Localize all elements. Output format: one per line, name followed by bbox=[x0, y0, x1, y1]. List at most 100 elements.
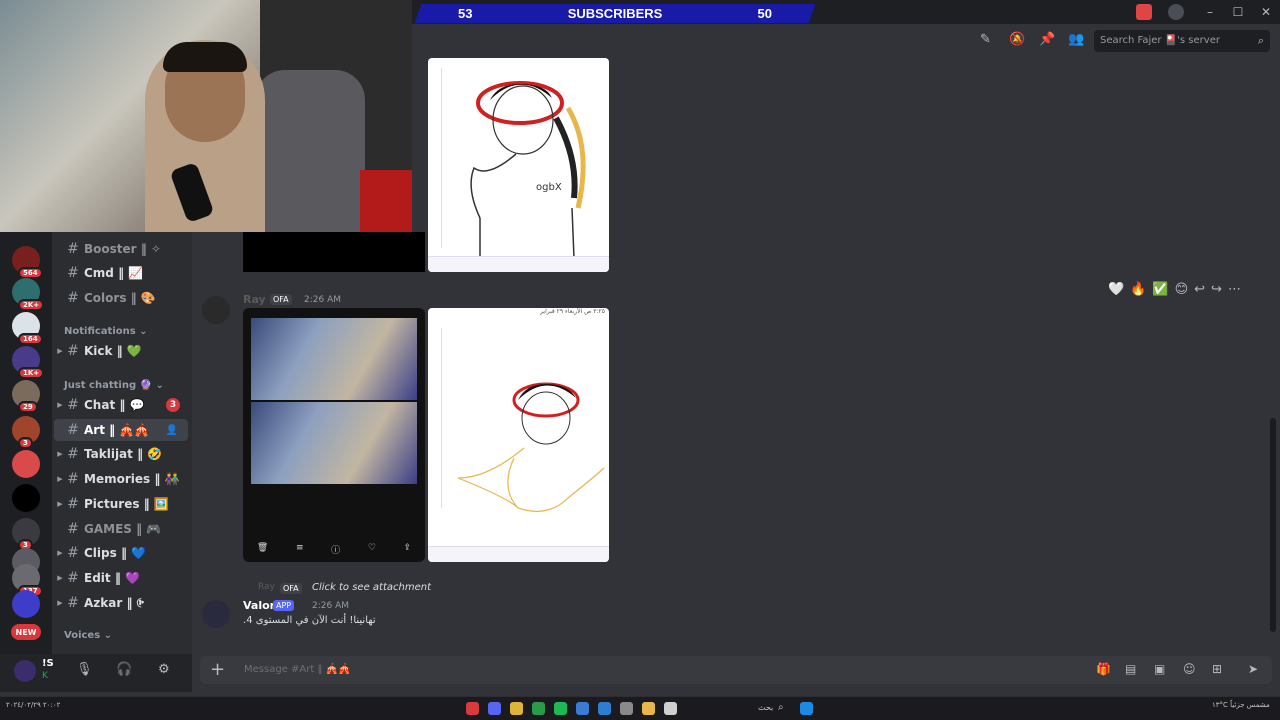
channel-chat[interactable]: ▶ # Chat ‖ 💬 3 bbox=[54, 394, 188, 416]
reply-author[interactable]: Ray bbox=[258, 582, 275, 592]
channel-taklijat[interactable]: ▶ # Taklijat ‖ 🤣 bbox=[54, 443, 188, 465]
server-icon-5[interactable]: 29 bbox=[12, 380, 40, 413]
server-icon-8[interactable] bbox=[12, 484, 40, 512]
headphones-icon[interactable]: 🎧 bbox=[116, 662, 132, 677]
message-timestamp: 2:26 AM bbox=[304, 295, 341, 305]
channel-cmd[interactable]: # Cmd ‖ 📈 bbox=[54, 262, 188, 284]
reply-tag: OFA bbox=[280, 583, 302, 594]
spotify-icon[interactable] bbox=[554, 702, 567, 715]
search-icon[interactable]: ⌕ bbox=[778, 702, 791, 715]
server-icon-7[interactable] bbox=[12, 450, 40, 478]
server-icon-4[interactable]: 1K+ bbox=[12, 346, 45, 379]
taskbar-search[interactable]: بحث bbox=[758, 703, 773, 712]
avatar[interactable] bbox=[202, 600, 230, 628]
edge-icon[interactable] bbox=[598, 702, 611, 715]
avatar[interactable] bbox=[202, 296, 230, 324]
message-author[interactable]: Ray bbox=[243, 293, 266, 306]
mention-badge: 3 bbox=[166, 398, 180, 412]
channel-kick[interactable]: ▶ # Kick ‖ 💚 bbox=[54, 340, 188, 362]
settings-icon[interactable]: ⚙ bbox=[158, 662, 170, 677]
message-author[interactable]: Valor bbox=[243, 599, 275, 612]
new-unreads-pill[interactable]: NEW bbox=[11, 624, 41, 640]
attachment-drawing-2[interactable]: ٣:٢٥ ص الأربعاء ٢٩ فبراير bbox=[428, 308, 609, 562]
video-bottom bbox=[243, 232, 425, 272]
channel-pictures[interactable]: ▶ # Pictures ‖ 🖼️ bbox=[54, 493, 188, 515]
server-tag: OFA bbox=[270, 294, 292, 305]
threads-icon[interactable]: ✎ bbox=[980, 32, 991, 47]
microphone-icon[interactable]: 🎙 bbox=[76, 662, 93, 677]
app-icon[interactable] bbox=[664, 702, 677, 715]
face-sketch-2 bbox=[457, 382, 605, 512]
channel-memories[interactable]: ▶ # Memories ‖ 👫 bbox=[54, 468, 188, 490]
channel-colors[interactable]: # Colors ‖ 🎨 bbox=[54, 287, 188, 309]
close-button[interactable]: ✕ bbox=[1252, 5, 1280, 19]
app-icon[interactable] bbox=[466, 702, 479, 715]
apps-icon[interactable]: ⊞ bbox=[1212, 662, 1222, 676]
server-icon-6[interactable]: 3 bbox=[12, 416, 40, 449]
cam-hair bbox=[163, 42, 247, 72]
add-member-icon[interactable]: 👤 bbox=[166, 425, 178, 436]
server-icon-2[interactable]: 2K+ bbox=[12, 278, 45, 311]
server-icon-3[interactable]: 164 bbox=[12, 312, 43, 345]
more-button[interactable]: ⋯ bbox=[1228, 282, 1241, 297]
discord-icon[interactable] bbox=[488, 702, 501, 715]
sticker-icon[interactable]: ▣ bbox=[1154, 662, 1165, 676]
mute-icon[interactable]: 🔕 bbox=[1009, 32, 1025, 47]
avatar[interactable] bbox=[14, 660, 36, 682]
message-composer[interactable]: + Message #Art ‖ 🎪🎪 🎁 ▤ ▣ ☺ ⊞ ➤ bbox=[200, 656, 1272, 684]
user-name: !S bbox=[42, 658, 54, 669]
channel-clips[interactable]: ▶ # Clips ‖ 💙 bbox=[54, 542, 188, 564]
channel-label: GAMES ‖ 🎮 bbox=[84, 522, 162, 536]
help-icon[interactable] bbox=[1168, 4, 1184, 20]
gif-icon[interactable]: ▤ bbox=[1125, 662, 1136, 676]
channel-art[interactable]: # Art ‖ 🎪🎪 👤 bbox=[54, 419, 188, 441]
discord-window: – ☐ ✕ 53 SUBSCRIBERS 50 ✎ 🔕 📌 👥 Search F… bbox=[0, 0, 1280, 720]
gift-icon[interactable]: 🎁 bbox=[1096, 662, 1111, 676]
stream-thumb-1 bbox=[251, 318, 417, 400]
message-input[interactable]: Message #Art ‖ 🎪🎪 bbox=[244, 664, 351, 675]
reply-text[interactable]: Click to see attachment bbox=[312, 582, 431, 593]
stream-thumb-2 bbox=[251, 402, 417, 484]
members-icon[interactable]: 👥 bbox=[1068, 32, 1084, 47]
reply-button[interactable]: ↩ bbox=[1194, 282, 1205, 297]
emoji-icon[interactable]: ☺ bbox=[1183, 662, 1196, 676]
add-reaction-button[interactable]: 😊 bbox=[1175, 282, 1189, 297]
send-icon[interactable]: ➤ bbox=[1248, 662, 1258, 676]
subscriber-label: SUBSCRIBERS bbox=[567, 6, 663, 21]
channel-games[interactable]: # GAMES ‖ 🎮 bbox=[54, 518, 188, 540]
maximize-button[interactable]: ☐ bbox=[1224, 5, 1252, 19]
react-heart-button[interactable]: 🤍 bbox=[1108, 282, 1124, 297]
notification-icon[interactable] bbox=[1136, 4, 1152, 20]
folder-icon[interactable] bbox=[642, 702, 655, 715]
react-check-button[interactable]: ✅ bbox=[1152, 282, 1168, 297]
server-icon-9[interactable]: 3 bbox=[12, 518, 40, 551]
search-input[interactable]: Search Fajer 🎴's server ⌕ bbox=[1094, 30, 1270, 52]
minimize-button[interactable]: – bbox=[1196, 5, 1224, 19]
scrollbar[interactable] bbox=[1270, 418, 1276, 632]
windows-start-icon[interactable] bbox=[800, 702, 813, 715]
category-just-chatting[interactable]: Just chatting 🔮 ⌄ bbox=[64, 380, 164, 391]
app-icon[interactable] bbox=[576, 702, 589, 715]
new-label: NEW bbox=[15, 627, 37, 637]
server-icon-12[interactable] bbox=[12, 590, 40, 618]
excel-icon[interactable] bbox=[532, 702, 545, 715]
pin-icon[interactable]: 📌 bbox=[1039, 32, 1055, 47]
forward-button[interactable]: ↪ bbox=[1211, 282, 1222, 297]
channel-edit[interactable]: ▶ # Edit ‖ 💜 bbox=[54, 567, 188, 589]
chrome-icon[interactable] bbox=[510, 702, 523, 715]
react-fire-button[interactable]: 🔥 bbox=[1130, 282, 1146, 297]
server-icon-1[interactable]: 564 bbox=[12, 246, 43, 279]
category-notifications[interactable]: Notifications ⌄ bbox=[64, 326, 148, 337]
attachment-drawing-1[interactable]: ogbX bbox=[428, 58, 609, 272]
category-voices[interactable]: Voices ⌄ bbox=[64, 630, 112, 641]
attachment-phone-screenshot[interactable]: 🗑 ≡ ⓘ ♡ ⇪ bbox=[243, 308, 425, 562]
channel-label: Edit ‖ 💜 bbox=[84, 571, 140, 585]
app-icon[interactable] bbox=[620, 702, 633, 715]
channel-label: Pictures ‖ 🖼️ bbox=[84, 497, 169, 511]
server-icon-11[interactable]: 137 bbox=[12, 564, 43, 597]
drawing-toolbar bbox=[428, 256, 609, 272]
attach-button[interactable]: + bbox=[210, 659, 225, 680]
channel-booster[interactable]: # Booster ‖ ✧ bbox=[54, 238, 188, 260]
phone-controls: 🗑 ≡ ⓘ ♡ ⇪ bbox=[256, 543, 412, 556]
channel-azkar[interactable]: ▶ # Azkar ‖ 🤄 bbox=[54, 592, 188, 614]
